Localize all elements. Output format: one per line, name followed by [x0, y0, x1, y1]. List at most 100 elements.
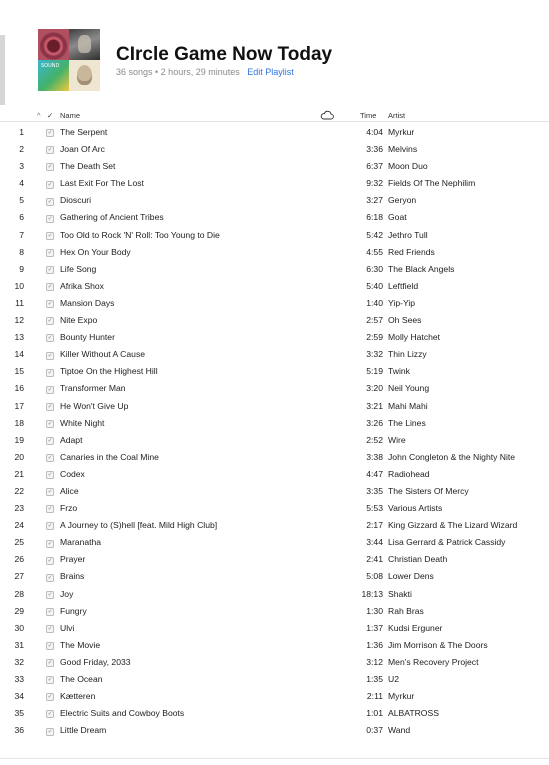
track-checkbox[interactable]: ✓ — [46, 471, 54, 480]
track-artist[interactable]: King Gizzard & The Lizard Wizard — [388, 517, 517, 534]
track-artist[interactable]: Wire — [388, 432, 406, 449]
track-checkbox[interactable]: ✓ — [46, 248, 54, 257]
track-row[interactable]: 17 ✓ He Won't Give Up 3:21 Mahi Mahi — [0, 398, 549, 415]
track-row[interactable]: 1 ✓ The Serpent 4:04 Myrkur — [0, 124, 549, 141]
track-artist[interactable]: Men's Recovery Project — [388, 654, 478, 671]
track-checkbox[interactable]: ✓ — [46, 488, 54, 497]
track-checkbox[interactable]: ✓ — [46, 573, 54, 582]
track-row[interactable]: 5 ✓ Dioscuri 3:27 Geryon — [0, 192, 549, 209]
track-checkbox[interactable]: ✓ — [46, 146, 54, 155]
track-artist[interactable]: Radiohead — [388, 466, 430, 483]
track-checkbox[interactable]: ✓ — [46, 693, 54, 702]
track-artist[interactable]: Lower Dens — [388, 568, 434, 585]
track-row[interactable]: 35 ✓ Electric Suits and Cowboy Boots 1:01 AL… — [0, 705, 549, 722]
track-artist[interactable]: Geryon — [388, 192, 416, 209]
track-checkbox[interactable]: ✓ — [46, 505, 54, 514]
track-row[interactable]: 9 ✓ Life Song 6:30 The Black Angels — [0, 261, 549, 278]
track-artist[interactable]: U2 — [388, 671, 399, 688]
track-artist[interactable]: John Congleton & the Nighty Nite — [388, 449, 515, 466]
edit-playlist-link[interactable]: Edit Playlist — [247, 67, 294, 77]
window-edge-scrollbar[interactable] — [0, 35, 5, 105]
track-checkbox[interactable]: ✓ — [46, 642, 54, 651]
track-row[interactable]: 7 ✓ Too Old to Rock 'N' Roll: Too Young to… — [0, 227, 549, 244]
track-row[interactable]: 19 ✓ Adapt 2:52 Wire — [0, 432, 549, 449]
track-row[interactable]: 8 ✓ Hex On Your Body 4:55 Red Friends — [0, 244, 549, 261]
track-row[interactable]: 32 ✓ Good Friday, 2033 3:12 Men's Recovery P… — [0, 654, 549, 671]
track-artist[interactable]: Various Artists — [388, 500, 442, 517]
track-checkbox[interactable]: ✓ — [46, 676, 54, 685]
track-checkbox[interactable]: ✓ — [46, 556, 54, 565]
track-checkbox[interactable]: ✓ — [46, 419, 54, 428]
track-row[interactable]: 33 ✓ The Ocean 1:35 U2 — [0, 671, 549, 688]
track-artist[interactable]: Melvins — [388, 141, 417, 158]
track-checkbox[interactable]: ✓ — [46, 334, 54, 343]
track-artist[interactable]: Fields Of The Nephilim — [388, 175, 475, 192]
track-checkbox[interactable]: ✓ — [46, 317, 54, 326]
track-row[interactable]: 15 ✓ Tiptoe On the Highest Hill 5:19 Twink — [0, 363, 549, 380]
track-checkbox[interactable]: ✓ — [46, 214, 54, 223]
track-row[interactable]: 14 ✓ Killer Without A Cause 3:32 Thin Lizzy — [0, 346, 549, 363]
track-artist[interactable]: Kudsi Erguner — [388, 620, 442, 637]
track-checkbox[interactable]: ✓ — [46, 163, 54, 172]
track-artist[interactable]: ALBATROSS — [388, 705, 439, 722]
track-checkbox[interactable]: ✓ — [46, 710, 54, 719]
track-artist[interactable]: Jethro Tull — [388, 227, 428, 244]
track-checkbox[interactable]: ✓ — [46, 659, 54, 668]
track-row[interactable]: 24 ✓ A Journey to (S)hell [feat. Mild High… — [0, 517, 549, 534]
track-artist[interactable]: Molly Hatchet — [388, 329, 440, 346]
column-header-name[interactable]: Name — [60, 111, 80, 120]
track-artist[interactable]: Mahi Mahi — [388, 398, 428, 415]
track-checkbox[interactable]: ✓ — [46, 454, 54, 463]
track-artist[interactable]: Christian Death — [388, 551, 447, 568]
track-checkbox[interactable]: ✓ — [46, 539, 54, 548]
track-artist[interactable]: Shakti — [388, 586, 412, 603]
track-artist[interactable]: The Sisters Of Mercy — [388, 483, 469, 500]
track-row[interactable]: 20 ✓ Canaries in the Coal Mine 3:38 John Con… — [0, 449, 549, 466]
track-checkbox[interactable]: ✓ — [46, 625, 54, 634]
track-artist[interactable]: Jim Morrison & The Doors — [388, 637, 488, 654]
track-row[interactable]: 29 ✓ Fungry 1:30 Rah Bras — [0, 603, 549, 620]
track-row[interactable]: 25 ✓ Maranatha 3:44 Lisa Gerrard & Patrick C… — [0, 534, 549, 551]
track-row[interactable]: 18 ✓ White Night 3:26 The Lines — [0, 415, 549, 432]
track-artist[interactable]: Myrkur — [388, 124, 414, 141]
track-row[interactable]: 4 ✓ Last Exit For The Lost 9:32 Fields Of Th… — [0, 175, 549, 192]
track-artist[interactable]: Yip-Yip — [388, 295, 415, 312]
track-checkbox[interactable]: ✓ — [46, 607, 54, 616]
track-checkbox[interactable]: ✓ — [46, 368, 54, 377]
track-checkbox[interactable]: ✓ — [46, 231, 54, 240]
track-row[interactable]: 28 ✓ Joy 18:13 Shakti — [0, 586, 549, 603]
track-artist[interactable]: Myrkur — [388, 688, 414, 705]
track-checkbox[interactable]: ✓ — [46, 300, 54, 309]
column-header-time[interactable]: Time — [360, 111, 376, 120]
track-checkbox[interactable]: ✓ — [46, 283, 54, 292]
track-row[interactable]: 21 ✓ Codex 4:47 Radiohead — [0, 466, 549, 483]
track-checkbox[interactable]: ✓ — [46, 129, 54, 138]
track-artist[interactable]: Leftfield — [388, 278, 418, 295]
track-artist[interactable]: Moon Duo — [388, 158, 428, 175]
track-row[interactable]: 16 ✓ Transformer Man 3:20 Neil Young — [0, 380, 549, 397]
track-checkbox[interactable]: ✓ — [46, 522, 54, 531]
track-artist[interactable]: Neil Young — [388, 380, 429, 397]
track-row[interactable]: 6 ✓ Gathering of Ancient Tribes 6:18 Goat — [0, 209, 549, 226]
column-header-artist[interactable]: Artist — [388, 111, 405, 120]
track-row[interactable]: 36 ✓ Little Dream 0:37 Wand — [0, 722, 549, 739]
track-checkbox[interactable]: ✓ — [46, 351, 54, 360]
track-row[interactable]: 30 ✓ Ulvi 1:37 Kudsi Erguner — [0, 620, 549, 637]
track-artist[interactable]: Wand — [388, 722, 410, 739]
track-artist[interactable]: The Black Angels — [388, 261, 454, 278]
track-checkbox[interactable]: ✓ — [46, 385, 54, 394]
track-checkbox[interactable]: ✓ — [46, 727, 54, 736]
track-artist[interactable]: Twink — [388, 363, 410, 380]
track-checkbox[interactable]: ✓ — [46, 266, 54, 275]
track-checkbox[interactable]: ✓ — [46, 197, 54, 206]
track-artist[interactable]: Red Friends — [388, 244, 435, 261]
track-row[interactable]: 26 ✓ Prayer 2:41 Christian Death — [0, 551, 549, 568]
track-row[interactable]: 23 ✓ Frzo 5:53 Various Artists — [0, 500, 549, 517]
track-artist[interactable]: Thin Lizzy — [388, 346, 427, 363]
track-artist[interactable]: Lisa Gerrard & Patrick Cassidy — [388, 534, 505, 551]
column-header-check[interactable]: ✓ — [47, 111, 53, 120]
track-artist[interactable]: Rah Bras — [388, 603, 424, 620]
track-row[interactable]: 12 ✓ Nite Expo 2:57 Oh Sees — [0, 312, 549, 329]
sort-indicator[interactable]: ^ — [37, 111, 41, 120]
track-checkbox[interactable]: ✓ — [46, 436, 54, 445]
